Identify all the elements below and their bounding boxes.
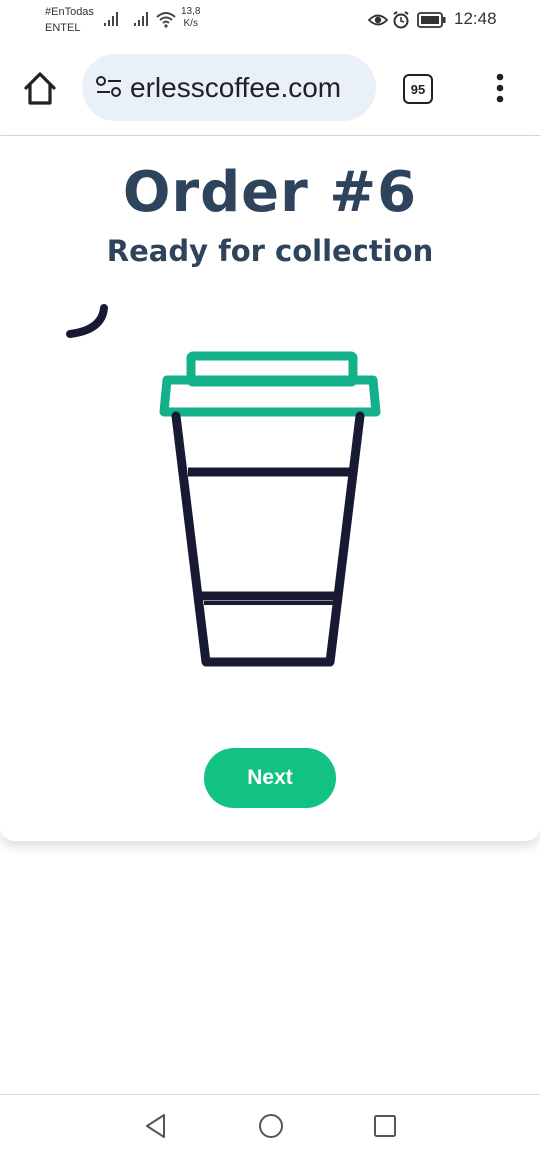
signal-icon xyxy=(104,12,118,26)
network-speed: 13,8 K/s xyxy=(181,6,200,30)
more-menu-icon[interactable] xyxy=(493,73,507,103)
order-status: Ready for collection xyxy=(106,234,434,268)
eye-icon xyxy=(368,14,389,26)
tab-count: 95 xyxy=(410,81,426,97)
status-icons xyxy=(368,11,446,29)
carrier-label: #EnTodas xyxy=(45,6,94,18)
next-button[interactable]: Next xyxy=(204,748,336,808)
system-nav-bar xyxy=(0,1094,540,1157)
clock: 12:48 xyxy=(454,9,497,28)
carrier-name: ENTEL xyxy=(45,22,81,34)
recent-apps-icon[interactable] xyxy=(373,1114,397,1138)
order-title: Order #6 xyxy=(122,160,418,225)
wifi-icon xyxy=(156,12,176,28)
speed-unit: K/s xyxy=(183,18,198,29)
coffee-cup-icon xyxy=(159,351,381,667)
back-icon[interactable] xyxy=(144,1113,168,1139)
tab-switcher-button[interactable]: 95 xyxy=(403,74,433,104)
url-text: erlesscoffee.com xyxy=(130,72,342,103)
alarm-icon xyxy=(393,11,409,29)
home-circle-icon[interactable] xyxy=(258,1113,284,1139)
home-icon[interactable] xyxy=(22,70,58,110)
battery-icon xyxy=(417,12,446,28)
speed-value: 13,8 xyxy=(181,6,201,17)
address-bar[interactable]: erlesscoffee.com xyxy=(82,54,376,121)
signal-icon xyxy=(134,12,148,26)
status-bar: #EnTodas ENTEL 13,8 K/s 12:48 xyxy=(0,0,540,42)
site-settings-icon[interactable] xyxy=(96,76,122,98)
loading-spinner-icon xyxy=(66,304,108,338)
